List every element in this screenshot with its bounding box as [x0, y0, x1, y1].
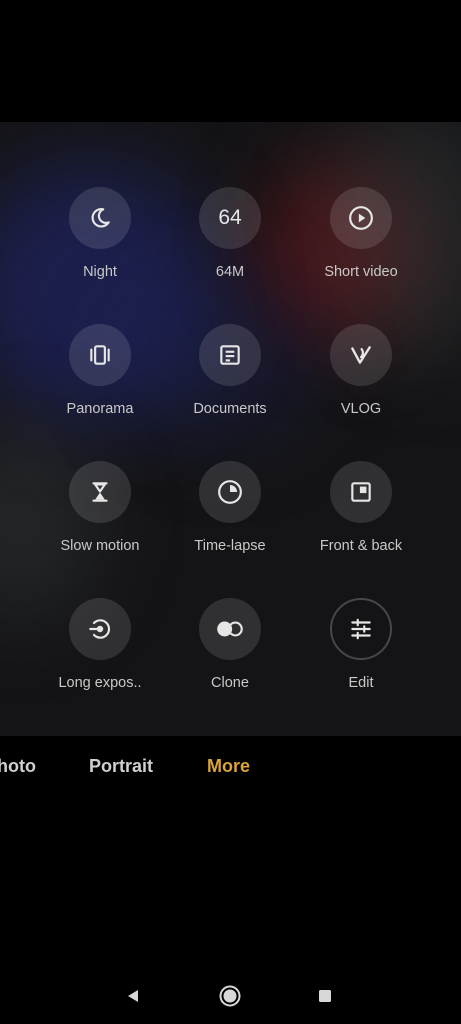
document-icon — [199, 324, 261, 386]
mode-label: 64M — [215, 264, 245, 280]
mode-documents[interactable]: Documents — [165, 324, 295, 434]
tab-photo[interactable]: hoto — [0, 756, 36, 777]
mode-label: Front & back — [319, 538, 403, 554]
timelapse-icon — [199, 461, 261, 523]
mode-label: Night — [83, 264, 117, 280]
hourglass-icon — [69, 461, 131, 523]
tab-more[interactable]: More — [207, 756, 250, 777]
mode-label: Documents — [193, 401, 267, 417]
recents-icon[interactable] — [305, 976, 345, 1016]
back-icon[interactable] — [113, 976, 153, 1016]
mode-clone[interactable]: Clone — [165, 598, 295, 708]
sliders-icon — [330, 598, 392, 660]
64m-icon: 64 — [199, 187, 261, 249]
panorama-icon — [69, 324, 131, 386]
mode-tabs: hoto Portrait More — [0, 756, 461, 786]
mode-label: Slow motion — [60, 538, 140, 554]
mode-label: VLOG — [340, 401, 382, 417]
front-back-icon — [330, 461, 392, 523]
mode-label: Time-lapse — [194, 538, 266, 554]
system-navbar — [0, 976, 461, 1016]
mode-edit[interactable]: Edit — [296, 598, 426, 708]
status-area — [0, 0, 461, 122]
mode-panorama[interactable]: Panorama — [35, 324, 165, 434]
vlog-icon — [330, 324, 392, 386]
mode-long-exposure[interactable]: Long expos.. — [35, 598, 165, 708]
moon-icon — [69, 187, 131, 249]
play-circle-icon — [330, 187, 392, 249]
mode-label: Short video — [324, 264, 398, 280]
clone-icon — [199, 598, 261, 660]
tab-portrait[interactable]: Portrait — [89, 756, 153, 777]
mode-label: Clone — [211, 675, 249, 691]
mode-vlog[interactable]: VLOG — [296, 324, 426, 434]
mode-short-video[interactable]: Short video — [296, 187, 426, 297]
long-exposure-icon — [69, 598, 131, 660]
mode-label: Edit — [348, 675, 374, 691]
mode-night[interactable]: Night — [35, 187, 165, 297]
more-modes-panel: Night 64 64M Short video Panorama Docume… — [0, 122, 461, 736]
mode-64m[interactable]: 64 64M — [165, 187, 295, 297]
mode-slow-motion[interactable]: Slow motion — [35, 461, 165, 571]
home-icon[interactable] — [210, 976, 250, 1016]
mode-time-lapse[interactable]: Time-lapse — [165, 461, 295, 571]
mode-label: Panorama — [66, 401, 134, 417]
mode-front-back[interactable]: Front & back — [296, 461, 426, 571]
mode-label: Long expos.. — [58, 675, 142, 691]
